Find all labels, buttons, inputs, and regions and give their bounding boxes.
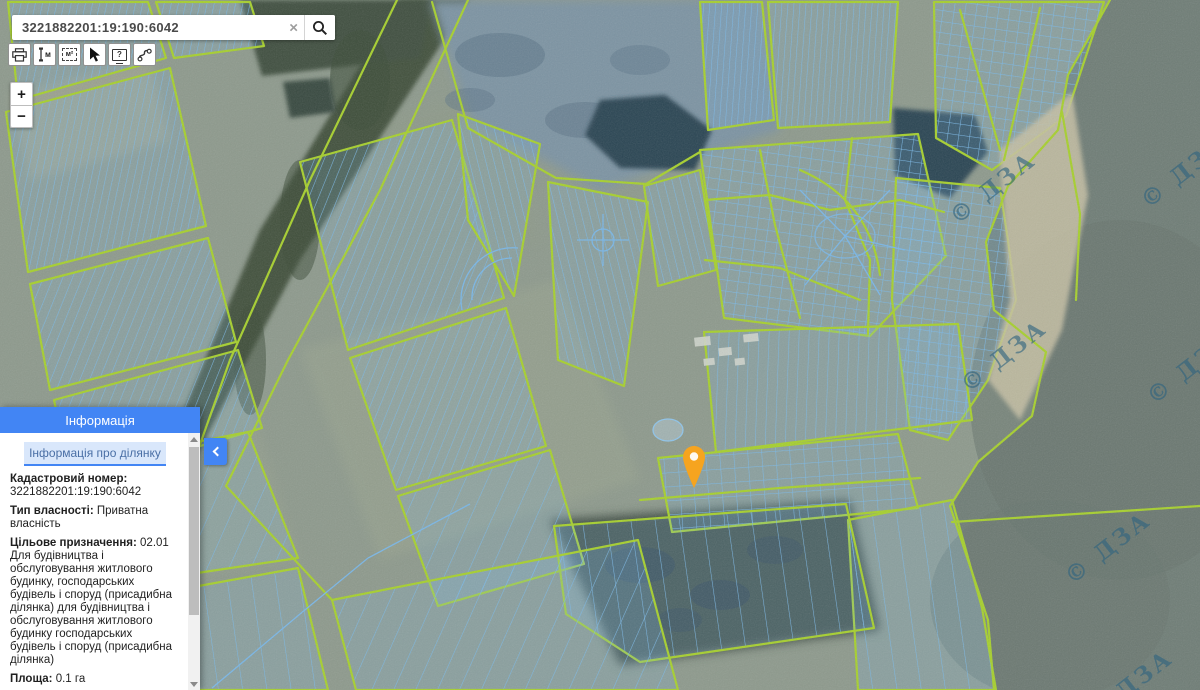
tab-parcel-info[interactable]: Інформація про ділянку [24,442,166,466]
search-icon [312,20,328,36]
clear-search-icon[interactable]: × [289,20,298,35]
search-input-wrap: × [12,15,305,40]
scrollbar-thumb[interactable] [189,447,199,615]
chevron-left-icon [212,447,222,457]
measure-length-icon: м [38,47,51,62]
panel-scrollbar[interactable] [188,433,200,690]
map-toolbar: м м² ? [8,43,156,66]
select-cursor-button[interactable] [83,43,106,66]
field-cadastral-number: Кадастровий номер: 3221882201:19:190:604… [10,473,178,499]
location-marker-icon [683,446,705,488]
identify-screen-icon: ? [112,49,127,61]
measure-area-button[interactable]: м² [58,43,81,66]
cursor-arrow-icon [89,47,101,62]
measure-area-icon: м² [62,48,77,61]
cadastral-map-app: © ДЗА © ДЗА © ДЗА © ДЗА © ДЗА © ДЗА × [0,0,1200,690]
scroll-down-icon[interactable] [188,678,200,690]
printer-icon [12,48,27,62]
search-input[interactable] [12,15,304,40]
measure-length-button[interactable]: м [33,43,56,66]
info-panel-body: Інформація про ділянку Кадастровий номер… [0,433,200,690]
field-area: Площа: 0.1 га [10,673,178,686]
zoom-out-button[interactable]: − [10,105,33,128]
zoom-in-button[interactable]: + [10,82,33,105]
zoom-control: + − [10,82,33,128]
field-ownership-type: Тип власності: Приватна власність [10,505,178,531]
print-button[interactable] [8,43,31,66]
scroll-up-icon[interactable] [188,433,200,445]
search-bar: × [12,15,335,40]
info-panel: Інформація Інформація про ділянку Кадаст… [0,407,200,690]
identify-button[interactable]: ? [108,43,131,66]
info-panel-title: Інформація [0,407,200,433]
panel-collapse-button[interactable] [204,438,227,465]
route-button[interactable] [133,43,156,66]
field-designated-purpose: Цільове призначення: 02.01 Для будівницт… [10,537,178,667]
route-icon [137,48,152,62]
search-button[interactable] [305,15,335,40]
